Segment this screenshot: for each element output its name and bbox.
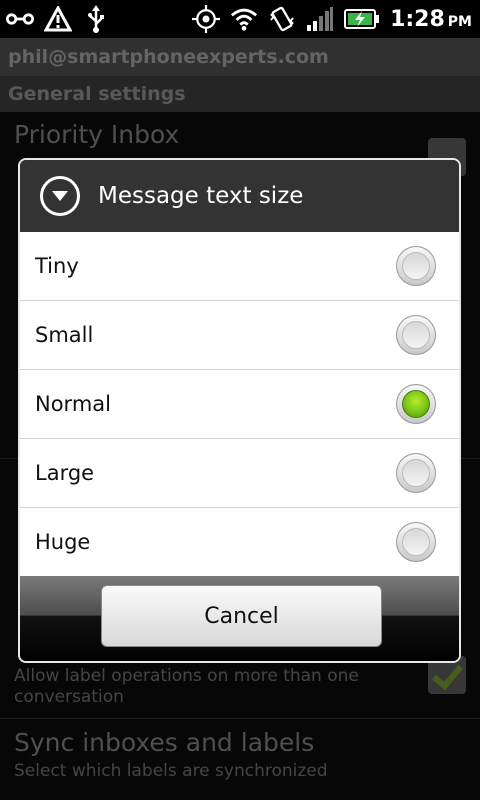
signal-icon (306, 5, 334, 33)
chevron-down-icon (40, 176, 80, 216)
vibrate-icon (268, 5, 296, 33)
dialog-footer: Cancel (20, 576, 459, 661)
gps-icon (192, 4, 221, 33)
radio-button[interactable] (396, 453, 436, 493)
battery-charging-icon (344, 5, 380, 33)
dialog-header: Message text size (20, 160, 459, 232)
option-large[interactable]: Large (20, 439, 459, 508)
status-icons-right: 1:28 PM (192, 0, 472, 38)
option-label: Tiny (35, 254, 79, 278)
usb-icon (82, 5, 110, 33)
warning-icon (44, 5, 72, 33)
radio-button[interactable] (396, 246, 436, 286)
cancel-button[interactable]: Cancel (101, 585, 382, 647)
option-normal[interactable]: Normal (20, 370, 459, 439)
text-size-dialog: Message text size Tiny Small Normal Larg… (18, 158, 461, 663)
option-huge[interactable]: Huge (20, 508, 459, 576)
link-icon (6, 5, 34, 33)
option-small[interactable]: Small (20, 301, 459, 370)
option-list: Tiny Small Normal Large Huge (20, 232, 459, 576)
status-bar: 1:28 PM (0, 0, 480, 38)
wifi-icon (230, 5, 258, 33)
option-tiny[interactable]: Tiny (20, 232, 459, 301)
option-label: Huge (35, 530, 91, 554)
option-label: Small (35, 323, 94, 347)
status-icons-left (6, 0, 110, 38)
option-label: Large (35, 461, 95, 485)
clock: 1:28 PM (390, 6, 472, 32)
option-label: Normal (35, 392, 111, 416)
dialog-title: Message text size (98, 183, 304, 209)
radio-button-selected[interactable] (396, 384, 436, 424)
radio-button[interactable] (396, 315, 436, 355)
radio-button[interactable] (396, 522, 436, 562)
